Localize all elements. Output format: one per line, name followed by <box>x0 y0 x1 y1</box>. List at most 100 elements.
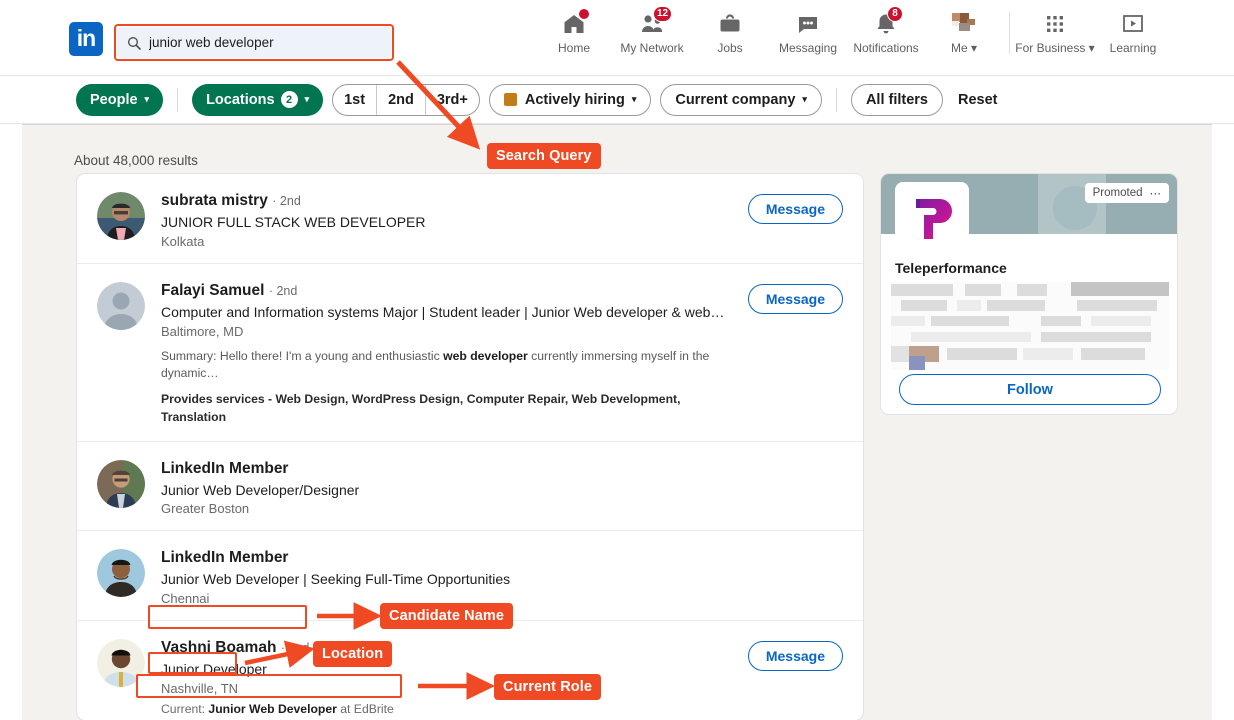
nav-item-label: Messaging <box>778 41 838 55</box>
avatar[interactable] <box>97 549 145 598</box>
summary-text: Summary: Hello there! I'm a young and en… <box>161 348 444 363</box>
message-button[interactable]: Message <box>747 283 843 314</box>
grid-icon <box>1044 10 1066 38</box>
company-logo <box>895 182 969 256</box>
nav-item-label: Notifications <box>853 41 919 55</box>
current-prefix: Current: <box>161 702 209 717</box>
nav-item-home[interactable]: Home <box>535 8 613 55</box>
avatar[interactable] <box>97 639 145 688</box>
candidate-name[interactable]: Vashni Boamah <box>161 639 276 656</box>
result-body: LinkedIn Member Junior Web Developer/Des… <box>161 460 843 517</box>
notifications-badge: 8 <box>887 6 903 22</box>
degree-option-1st[interactable]: 1st <box>333 85 376 115</box>
current-company-name: at EdBrite <box>336 702 394 717</box>
nav-item-my-network[interactable]: 12 My Network <box>613 6 691 55</box>
headline: Junior Developer <box>161 661 267 678</box>
filter-locations[interactable]: Locations 2 ▾ <box>192 83 324 116</box>
table-row[interactable]: LinkedIn Member Junior Web Developer/Des… <box>77 440 863 531</box>
reset-filters-button[interactable]: Reset <box>952 92 1004 108</box>
filter-people[interactable]: People ▾ <box>76 83 164 116</box>
candidate-name[interactable]: subrata mistry <box>161 192 268 209</box>
nav-item-label: My Network <box>620 41 684 55</box>
chevron-down-icon: ▾ <box>631 94 637 104</box>
nav-item-label: Jobs <box>717 41 743 55</box>
blurred-ad-content <box>891 282 1169 370</box>
actively-hiring-swatch-icon <box>503 93 517 106</box>
nav-item-messaging[interactable]: Messaging <box>769 10 847 55</box>
nav-item-jobs[interactable]: Jobs <box>691 10 769 55</box>
briefcase-icon <box>717 10 743 38</box>
degree-option-3rd-plus[interactable]: 3rd+ <box>424 84 479 115</box>
results-list: subrata mistry · 2nd JUNIOR FULL STACK W… <box>76 173 864 720</box>
filter-actively-hiring[interactable]: Actively hiring ▾ <box>488 83 652 116</box>
nav-item-label: Me ▾ <box>950 41 978 55</box>
candidate-name[interactable]: Falayi Samuel <box>161 282 264 299</box>
message-bubble-icon <box>795 10 821 38</box>
linkedin-logo[interactable]: in <box>69 22 103 56</box>
avatar[interactable] <box>97 192 145 240</box>
headline: Junior Web Developer | Seeking Full-Time… <box>161 571 511 588</box>
location: Kolkata <box>161 233 205 249</box>
annotation-label-current-role: Current Role <box>494 674 602 700</box>
filter-current-company[interactable]: Current company ▾ <box>660 83 822 116</box>
filter-bar: People ▾ Locations 2 ▾ 1st 2nd 3rd+ Acti… <box>0 76 1234 124</box>
avatar[interactable] <box>97 281 145 330</box>
current-role-title: Junior Web Developer <box>208 702 337 717</box>
filter-divider <box>177 87 179 112</box>
ellipsis-icon[interactable]: ⋯ <box>1150 186 1162 200</box>
result-body: Vashni Boamah · 2nd Junior Developer Nas… <box>161 639 748 716</box>
result-body: subrata mistry · 2nd JUNIOR FULL STACK W… <box>161 192 748 249</box>
table-row[interactable]: Vashni Boamah · 2nd Junior Developer Nas… <box>77 620 863 720</box>
nav-divider <box>1009 11 1010 54</box>
result-body: Falayi Samuel · 2nd Computer and Informa… <box>161 282 748 427</box>
nav-items: Home 12 My Network Jobs Messaging 8 Noti… <box>535 6 1172 55</box>
candidate-name[interactable]: LinkedIn Member <box>161 460 288 477</box>
nav-item-me[interactable]: Me ▾ <box>925 10 1003 55</box>
promoted-tag[interactable]: Promoted ⋯ <box>1084 183 1169 203</box>
nav-item-label: For Business ▾ <box>1015 41 1095 55</box>
provides-services: Provides services - Web Design, WordPres… <box>161 392 681 424</box>
filter-connection-degree[interactable]: 1st 2nd 3rd+ <box>332 83 480 116</box>
all-filters-button[interactable]: All filters <box>850 83 943 116</box>
promoted-card[interactable]: Promoted ⋯ Teleperformance Follow <box>880 173 1178 415</box>
search-input[interactable] <box>149 35 379 50</box>
summary-keyword: web developer <box>443 348 528 363</box>
annotation-label-search-query: Search Query <box>487 143 601 169</box>
annotation-label-candidate-name: Candidate Name <box>380 603 514 629</box>
chevron-down-icon: ▾ <box>970 41 978 55</box>
table-row[interactable]: subrata mistry · 2nd JUNIOR FULL STACK W… <box>77 174 863 263</box>
nav-item-learning[interactable]: Learning <box>1094 10 1172 55</box>
connection-degree: · 2nd <box>280 641 310 656</box>
results-count: About 48,000 results <box>74 153 198 168</box>
connection-degree: · 2nd <box>268 283 298 298</box>
nav-item-label: Home <box>557 41 590 55</box>
home-badge <box>578 8 590 20</box>
annotation-label-location: Location <box>313 641 393 667</box>
nav-item-notifications[interactable]: 8 Notifications <box>847 6 925 55</box>
nav-item-label: Learning <box>1109 41 1157 55</box>
table-row[interactable]: Falayi Samuel · 2nd Computer and Informa… <box>77 262 863 441</box>
follow-button[interactable]: Follow <box>899 374 1161 405</box>
nav-item-for-business[interactable]: For Business ▾ <box>1015 10 1095 55</box>
chevron-down-icon: ▾ <box>802 94 807 104</box>
summary-snippet: Summary: Hello there! I'm a young and en… <box>161 348 736 383</box>
network-badge: 12 <box>653 6 673 22</box>
locations-count-badge: 2 <box>280 91 298 108</box>
filter-divider <box>835 87 837 112</box>
search-results-region: About 48,000 results subrata mistry · 2n… <box>22 124 1212 720</box>
message-button[interactable]: Message <box>747 641 843 672</box>
global-navbar: in Home <box>0 0 1234 76</box>
headline: Junior Web Developer/Designer <box>161 481 360 498</box>
avatar-icon <box>950 10 978 38</box>
avatar[interactable] <box>97 459 145 508</box>
degree-option-2nd[interactable]: 2nd <box>376 84 425 115</box>
headline: Computer and Information systems Major |… <box>161 303 725 320</box>
chevron-down-icon: ▾ <box>144 94 150 104</box>
current-role: Current: Junior Web Developer at EdBrite <box>161 702 748 716</box>
message-button[interactable]: Message <box>747 194 843 224</box>
search-box[interactable] <box>117 27 391 58</box>
home-icon <box>561 8 590 38</box>
location: Baltimore, MD <box>161 323 244 339</box>
candidate-name[interactable]: LinkedIn Member <box>161 549 288 566</box>
promoted-label: Promoted <box>1092 187 1143 199</box>
